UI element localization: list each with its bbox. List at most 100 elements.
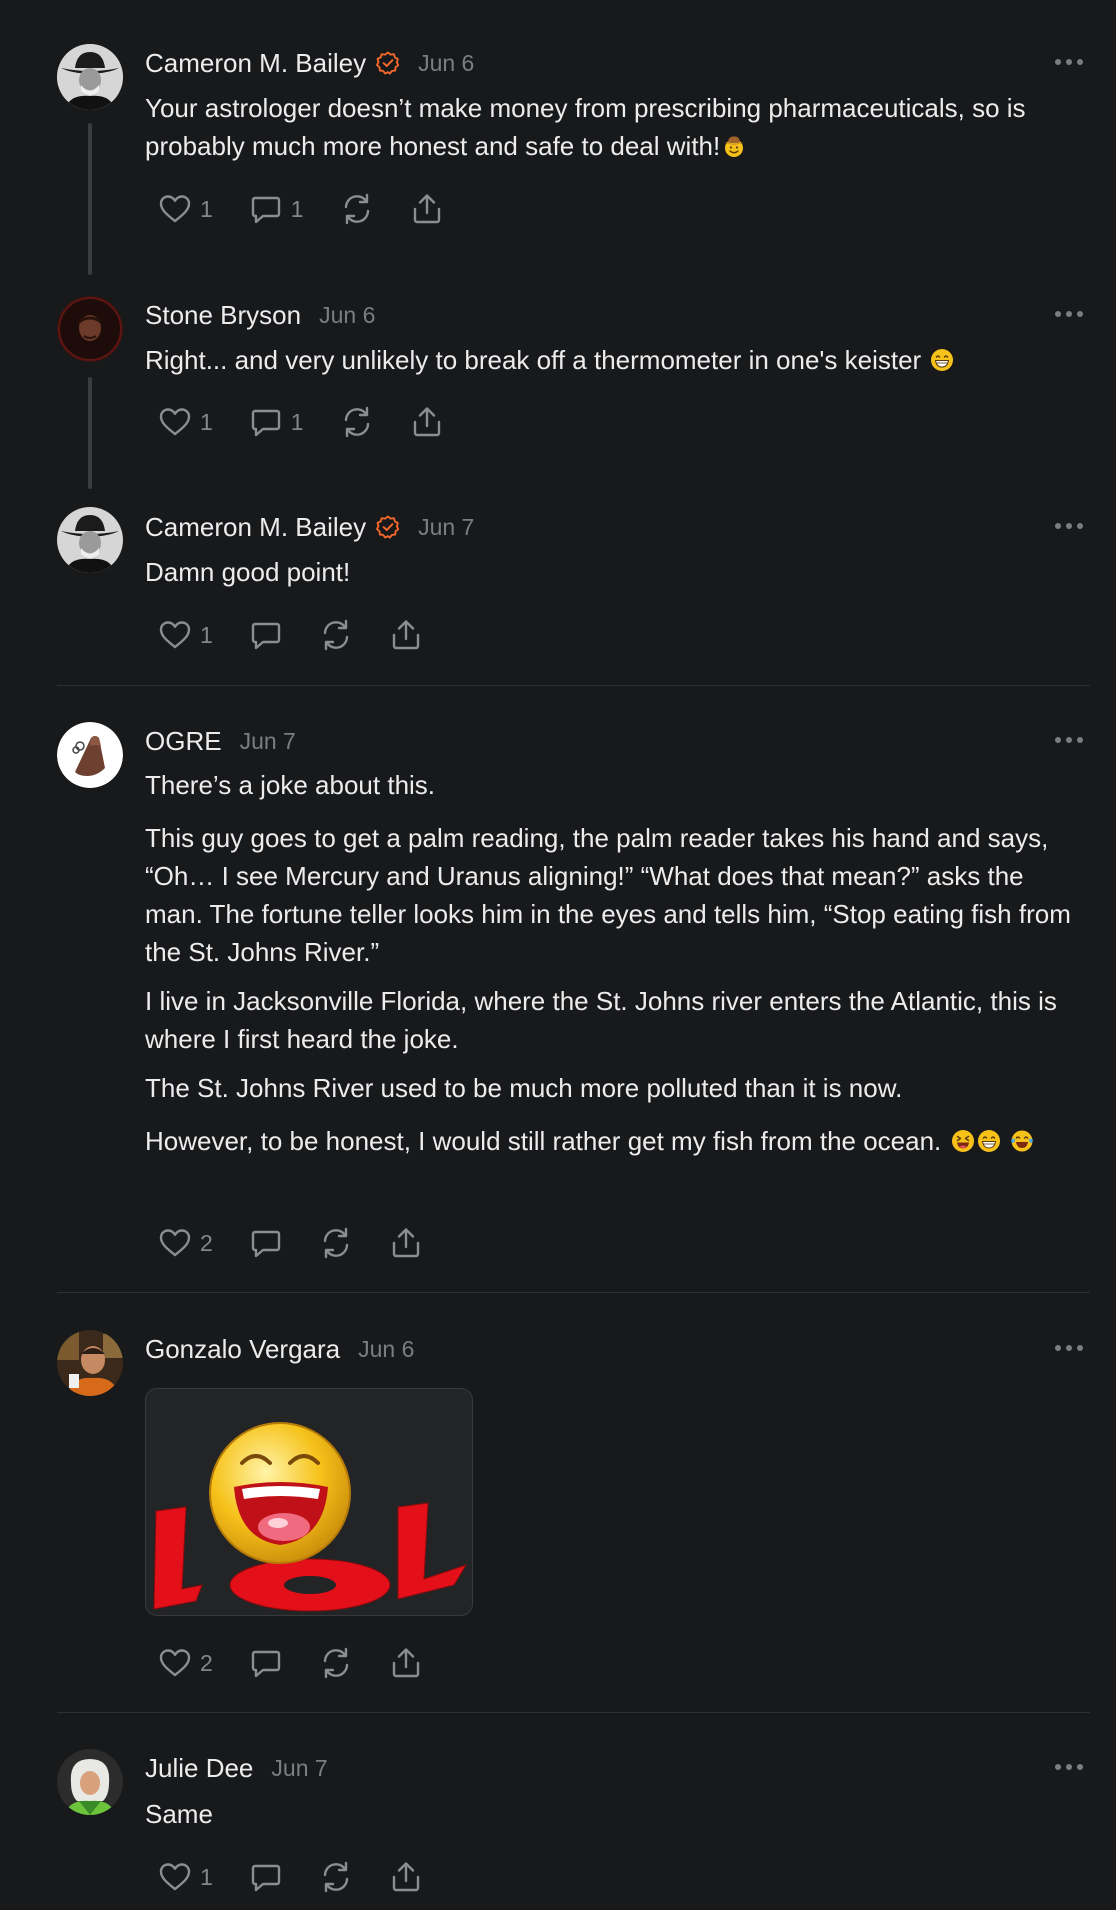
comment-text: Right... and very unlikely to break off … [145, 345, 922, 375]
thread-line [88, 123, 92, 275]
comment-header: Cameron M. Bailey Jun 6 [145, 46, 474, 80]
comment-paragraph: There’s a joke about this. [145, 770, 436, 800]
comment-paragraph: This guy goes to get a palm reading, the… [145, 823, 1071, 967]
comment-paragraph: However, to be honest, I would still rat… [145, 1126, 942, 1156]
share-icon [410, 192, 444, 226]
comment-header: Stone Bryson Jun 6 [145, 298, 375, 332]
thread-line [88, 377, 92, 489]
reply-button[interactable] [249, 1860, 283, 1894]
comment-body: Your astrologer doesn’t make money from … [145, 89, 1080, 176]
like-count: 2 [200, 1649, 213, 1676]
restack-button[interactable] [319, 1860, 353, 1894]
like-button[interactable]: 1 [158, 1860, 213, 1894]
comment-body: There’s a joke about this. This guy goes… [145, 766, 1080, 1160]
divider [57, 685, 1090, 686]
restack-button[interactable] [319, 618, 353, 652]
more-dots-icon[interactable] [1055, 1762, 1083, 1772]
divider [57, 1712, 1090, 1713]
action-bar: 2 [158, 1645, 459, 1681]
restack-button[interactable] [319, 1646, 353, 1680]
divider [57, 1292, 1090, 1293]
action-bar: 1 1 [158, 191, 480, 227]
avatar[interactable] [57, 1330, 123, 1396]
comment-bubble-icon [249, 1860, 283, 1894]
heart-icon [158, 1646, 192, 1680]
like-button[interactable]: 1 [158, 618, 213, 652]
share-icon [389, 618, 423, 652]
like-button[interactable]: 2 [158, 1646, 213, 1680]
comment-header: OGRE Jun 7 [145, 724, 296, 758]
heart-icon [158, 618, 192, 652]
grinning-face-emoji [930, 348, 954, 372]
share-button[interactable] [410, 405, 444, 439]
share-button[interactable] [389, 1226, 423, 1260]
reply-button[interactable] [249, 1226, 283, 1260]
reply-button[interactable]: 1 [249, 192, 304, 226]
comment-date[interactable]: Jun 7 [271, 1755, 327, 1782]
lol-laughing-smiley-image[interactable] [145, 1388, 473, 1616]
avatar[interactable] [57, 507, 123, 573]
restack-button[interactable] [340, 405, 374, 439]
comment-bubble-icon [249, 1226, 283, 1260]
reply-button[interactable]: 1 [249, 405, 304, 439]
share-icon [410, 405, 444, 439]
author-name[interactable]: Gonzalo Vergara [145, 1334, 340, 1365]
avatar[interactable] [57, 722, 123, 788]
share-icon [389, 1226, 423, 1260]
comment-date[interactable]: Jun 6 [418, 50, 474, 77]
comment-text: Same [145, 1799, 213, 1829]
author-name[interactable]: Cameron M. Bailey [145, 48, 366, 79]
author-name[interactable]: Julie Dee [145, 1753, 253, 1784]
like-count: 2 [200, 1229, 213, 1256]
like-button[interactable]: 1 [158, 405, 213, 439]
repost-icon [340, 405, 374, 439]
author-name[interactable]: Cameron M. Bailey [145, 512, 366, 543]
reply-button[interactable] [249, 1646, 283, 1680]
like-button[interactable]: 1 [158, 192, 213, 226]
comment-date[interactable]: Jun 6 [319, 302, 375, 329]
avatar[interactable] [57, 1749, 123, 1815]
comment-bubble-icon [249, 192, 283, 226]
tears-of-joy-face-emoji [1010, 1129, 1034, 1153]
reply-button[interactable] [249, 618, 283, 652]
comment-body: Damn good point! [145, 553, 1080, 602]
action-bar: 1 [158, 1859, 459, 1895]
more-dots-icon[interactable] [1055, 521, 1083, 531]
comment-text: Damn good point! [145, 557, 351, 587]
like-button[interactable]: 2 [158, 1226, 213, 1260]
action-bar: 2 [158, 1225, 459, 1261]
share-icon [389, 1860, 423, 1894]
comment-header: Gonzalo Vergara Jun 6 [145, 1332, 414, 1366]
comment-bubble-icon [249, 618, 283, 652]
share-button[interactable] [389, 1646, 423, 1680]
comment-date[interactable]: Jun 7 [418, 514, 474, 541]
share-button[interactable] [389, 1860, 423, 1894]
author-name[interactable]: Stone Bryson [145, 300, 301, 331]
avatar[interactable] [57, 296, 123, 362]
like-count: 1 [200, 621, 213, 648]
more-dots-icon[interactable] [1055, 1343, 1083, 1353]
restack-button[interactable] [319, 1226, 353, 1260]
share-button[interactable] [389, 618, 423, 652]
more-dots-icon[interactable] [1055, 735, 1083, 745]
comment-date[interactable]: Jun 7 [240, 728, 296, 755]
verified-check-icon [376, 515, 400, 539]
more-dots-icon[interactable] [1055, 57, 1083, 67]
repost-icon [319, 1646, 353, 1680]
action-bar: 1 1 [158, 404, 480, 440]
avatar[interactable] [57, 44, 123, 110]
share-icon [389, 1646, 423, 1680]
repost-icon [340, 192, 374, 226]
heart-icon [158, 405, 192, 439]
action-bar: 1 [158, 617, 459, 653]
author-name[interactable]: OGRE [145, 726, 222, 757]
comment-date[interactable]: Jun 6 [358, 1336, 414, 1363]
restack-button[interactable] [340, 192, 374, 226]
heart-icon [158, 1860, 192, 1894]
comment-header: Cameron M. Bailey Jun 7 [145, 510, 474, 544]
repost-icon [319, 1860, 353, 1894]
verified-check-icon [376, 51, 400, 75]
comment-body: Same [145, 1795, 1080, 1844]
share-button[interactable] [410, 192, 444, 226]
more-dots-icon[interactable] [1055, 309, 1083, 319]
